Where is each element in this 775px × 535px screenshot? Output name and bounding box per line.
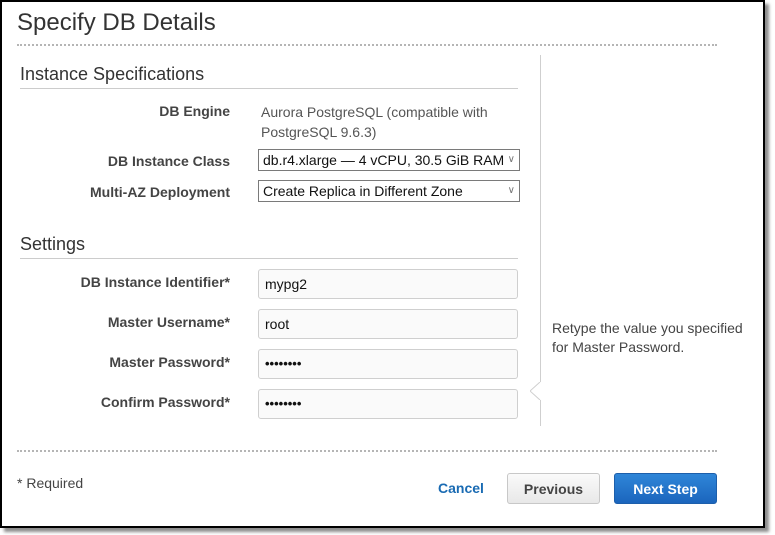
dialog-frame: Specify DB Details Instance Specificatio… bbox=[0, 0, 765, 528]
confirm-password-input[interactable]: •••••••• bbox=[258, 389, 518, 419]
master-username-input[interactable]: root bbox=[258, 309, 518, 339]
db-engine-value: Aurora PostgreSQL (compatible with Postg… bbox=[261, 104, 488, 140]
section-heading-instance-specifications: Instance Specifications bbox=[20, 64, 205, 84]
db-instance-class-label: DB Instance Class bbox=[107, 153, 230, 169]
help-text: Retype the value you specified for Maste… bbox=[552, 320, 743, 355]
section-divider bbox=[20, 88, 518, 89]
master-password-input[interactable]: •••••••• bbox=[258, 349, 518, 379]
multi-az-value: Create Replica in Different Zone bbox=[263, 183, 463, 199]
previous-button[interactable]: Previous bbox=[507, 473, 600, 504]
footer-divider bbox=[17, 450, 717, 452]
title-divider bbox=[17, 44, 717, 46]
multi-az-label: Multi-AZ Deployment bbox=[90, 184, 230, 200]
confirm-password-label: Confirm Password* bbox=[100, 394, 230, 410]
help-panel-divider bbox=[540, 55, 541, 426]
chevron-down-icon: ∨ bbox=[507, 185, 515, 196]
section-divider bbox=[20, 258, 518, 259]
master-password-label: Master Password* bbox=[109, 354, 230, 370]
db-instance-identifier-input[interactable]: mypg2 bbox=[258, 269, 518, 299]
db-instance-class-select[interactable]: db.r4.xlarge — 4 vCPU, 30.5 GiB RAM ∨ bbox=[258, 149, 520, 171]
db-instance-identifier-label: DB Instance Identifier* bbox=[80, 274, 230, 290]
required-note: * Required bbox=[17, 475, 84, 491]
section-heading-settings: Settings bbox=[20, 234, 86, 254]
help-pointer-icon bbox=[530, 382, 544, 400]
chevron-down-icon: ∨ bbox=[507, 154, 515, 165]
multi-az-select[interactable]: Create Replica in Different Zone ∨ bbox=[258, 180, 520, 202]
cancel-link[interactable]: Cancel bbox=[438, 480, 484, 496]
next-step-button[interactable]: Next Step bbox=[614, 473, 717, 504]
db-instance-class-value: db.r4.xlarge — 4 vCPU, 30.5 GiB RAM bbox=[263, 152, 505, 168]
page-title: Specify DB Details bbox=[17, 9, 216, 36]
master-username-label: Master Username* bbox=[107, 314, 230, 330]
db-engine-label: DB Engine bbox=[159, 103, 230, 119]
